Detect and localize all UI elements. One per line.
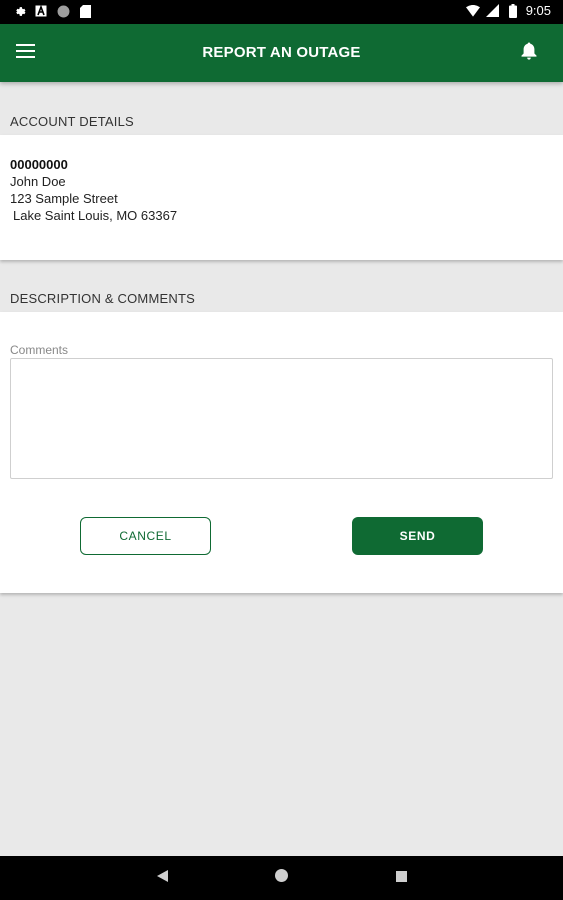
send-button[interactable]: SEND bbox=[352, 517, 483, 555]
recents-icon bbox=[395, 869, 407, 887]
home-button[interactable] bbox=[271, 868, 291, 888]
recents-button[interactable] bbox=[391, 868, 411, 888]
comments-label: Comments bbox=[10, 343, 69, 357]
page-title: REPORT AN OUTAGE bbox=[202, 44, 361, 61]
account-number: 00000000 bbox=[10, 157, 68, 172]
account-name: John Doe bbox=[10, 174, 66, 189]
system-nav-bar bbox=[0, 856, 563, 900]
status-right-icons: 9:05 bbox=[465, 3, 551, 18]
wifi-icon bbox=[465, 4, 480, 18]
account-details-header: ACCOUNT DETAILS bbox=[10, 114, 134, 129]
notifications-button[interactable] bbox=[515, 39, 543, 67]
circle-icon bbox=[56, 4, 70, 18]
gear-icon bbox=[12, 4, 26, 18]
sd-card-icon bbox=[78, 4, 92, 18]
bell-icon bbox=[521, 42, 537, 65]
account-details-card: 00000000 John Doe 123 Sample Street Lake… bbox=[0, 135, 563, 260]
home-icon bbox=[274, 869, 288, 887]
status-bar: 9:05 bbox=[0, 0, 563, 24]
cancel-button[interactable]: CANCEL bbox=[80, 517, 211, 555]
battery-icon bbox=[506, 3, 520, 18]
account-city-line: Lake Saint Louis, MO 63367 bbox=[13, 208, 178, 223]
description-comments-header: DESCRIPTION & COMMENTS bbox=[10, 291, 195, 306]
account-street: 123 Sample Street bbox=[10, 191, 118, 206]
a-notification-icon bbox=[34, 4, 48, 18]
comments-card: Comments CANCEL SEND bbox=[0, 312, 563, 593]
back-icon bbox=[156, 869, 168, 887]
app-bar: REPORT AN OUTAGE bbox=[0, 24, 563, 82]
comments-input[interactable] bbox=[10, 358, 553, 479]
status-time: 9:05 bbox=[525, 3, 551, 18]
signal-icon bbox=[486, 4, 500, 18]
back-button[interactable] bbox=[152, 868, 172, 888]
account-info: 00000000 John Doe 123 Sample Street Lake… bbox=[10, 156, 177, 224]
status-left-icons bbox=[12, 4, 92, 18]
